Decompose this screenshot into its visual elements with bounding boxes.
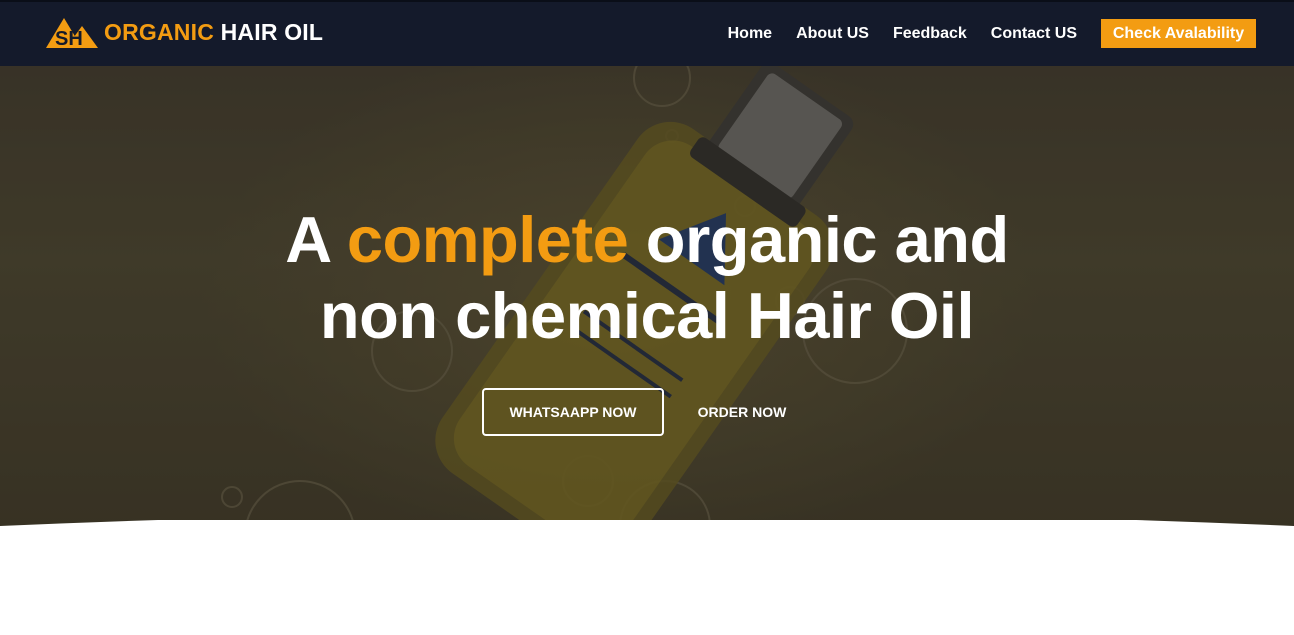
sh-mountain-logo-icon: SH — [46, 18, 98, 48]
nav-link-contact[interactable]: Contact US — [991, 25, 1077, 43]
top-navbar: SH ORGANIC HAIR OIL Home About US Feedba… — [0, 0, 1294, 66]
check-availability-button[interactable]: Check Avalability — [1101, 19, 1256, 48]
brand-logo[interactable]: SH ORGANIC HAIR OIL — [46, 16, 323, 48]
brand-name: ORGANIC HAIR OIL — [104, 18, 324, 45]
nav-menu: Home About US Feedback Contact US — [728, 25, 1077, 43]
nav-link-home[interactable]: Home — [728, 25, 772, 43]
hero-curve-divider — [0, 520, 1294, 560]
nav-link-feedback[interactable]: Feedback — [893, 25, 967, 43]
svg-text:SH: SH — [55, 28, 83, 48]
nav-link-about[interactable]: About US — [796, 25, 869, 43]
hero-headline: A complete organic and non chemical Hair… — [285, 203, 1009, 352]
headline-accent: complete — [346, 203, 629, 276]
whatsapp-now-button[interactable]: WHATSAAPP NOW — [482, 388, 664, 436]
order-now-button[interactable]: ORDER NOW — [680, 388, 804, 436]
